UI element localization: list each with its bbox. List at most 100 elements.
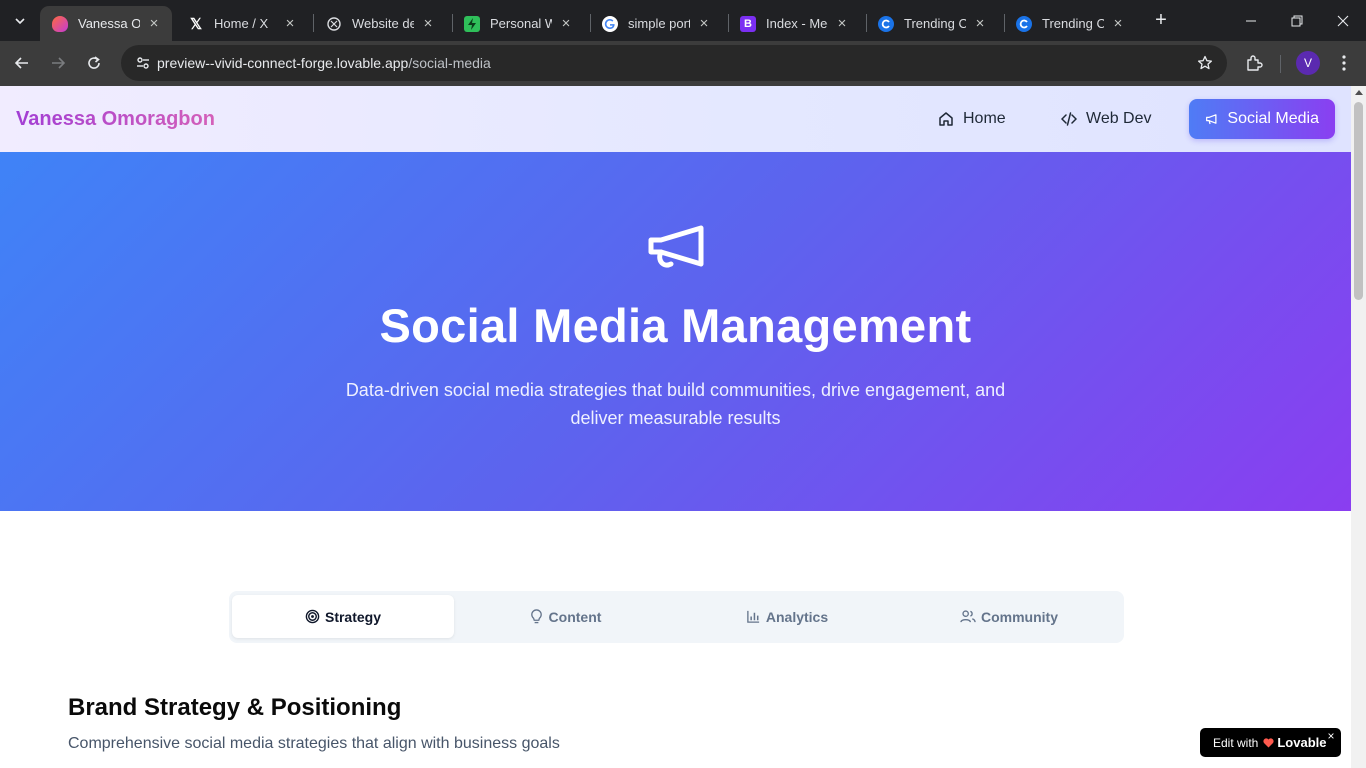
- tab-close-icon[interactable]: ×: [834, 15, 850, 32]
- tab-title: simple portfolio: [628, 16, 690, 31]
- edit-with-lovable-badge[interactable]: Edit with Lovable: [1200, 728, 1341, 757]
- site-navbar: Vanessa Omoragbon Home Web Dev Social Me…: [0, 86, 1351, 152]
- browser-toolbar: preview--vivid-connect-forge.lovable.app…: [0, 41, 1366, 86]
- users-icon: [960, 610, 976, 623]
- hero-section: Social Media Management Data-driven soci…: [0, 152, 1351, 511]
- code-icon: [1061, 112, 1077, 126]
- tab-close-icon[interactable]: ×: [972, 15, 988, 32]
- hero-subtitle: Data-driven social media strategies that…: [345, 380, 1006, 428]
- tab-title: Trending Colors: [1042, 16, 1104, 31]
- lightbulb-icon: [530, 609, 542, 624]
- coolors-icon: [1016, 15, 1032, 32]
- browser-tab-0[interactable]: Vanessa Omoragbon ×: [40, 6, 172, 41]
- tab-label: Content: [548, 608, 602, 625]
- restore-button[interactable]: [1274, 0, 1320, 41]
- google-icon: [602, 15, 618, 32]
- back-button[interactable]: [8, 49, 36, 77]
- coolors-icon: [878, 15, 894, 32]
- tab-title: Index - Medium: [766, 16, 828, 31]
- tab-close-icon[interactable]: ×: [1110, 15, 1126, 32]
- page-viewport: Vanessa Omoragbon Home Web Dev Social Me…: [0, 86, 1351, 768]
- badge-prefix: Edit with: [1213, 735, 1259, 750]
- site-brand[interactable]: Vanessa Omoragbon: [16, 108, 215, 131]
- browser-tabstrip: Vanessa Omoragbon × 𝕏 Home / X × Website…: [0, 0, 1366, 41]
- arrow-right-icon: [52, 57, 66, 69]
- puzzle-icon: [1247, 55, 1263, 71]
- tab-close-icon[interactable]: ×: [558, 15, 574, 32]
- openai-icon: [326, 16, 342, 32]
- arrow-left-icon: [14, 57, 28, 69]
- url-text: preview--vivid-connect-forge.lovable.app…: [157, 55, 491, 71]
- nav-link-web-dev[interactable]: Web Dev: [1045, 99, 1168, 139]
- browser-menu-button[interactable]: [1330, 49, 1358, 77]
- home-icon: [939, 112, 953, 126]
- megaphone-icon: [1206, 114, 1217, 125]
- close-icon: [1337, 15, 1349, 26]
- browser-tab-7[interactable]: Trending Colors ×: [1004, 6, 1136, 41]
- tab-label: Community: [981, 608, 1058, 625]
- reload-button[interactable]: [80, 49, 108, 77]
- site-settings-icon[interactable]: [129, 49, 157, 77]
- tab-title: Vanessa Omoragbon: [78, 16, 140, 31]
- lovable-heart-icon: [52, 15, 68, 32]
- tab-close-icon[interactable]: ×: [146, 15, 162, 32]
- page-title: Social Media Management: [379, 299, 972, 352]
- bar-chart-icon: [747, 610, 759, 623]
- bookmark-star-button[interactable]: [1191, 49, 1219, 77]
- address-bar[interactable]: preview--vivid-connect-forge.lovable.app…: [121, 45, 1227, 81]
- tab-content[interactable]: Content: [454, 595, 676, 638]
- section-subtitle: Comprehensive social media strategies th…: [68, 735, 560, 752]
- tab-community[interactable]: Community: [898, 595, 1120, 638]
- close-window-button[interactable]: [1320, 0, 1366, 41]
- section-title: Brand Strategy & Positioning: [68, 694, 402, 721]
- kebab-menu-icon: [1342, 55, 1346, 71]
- profile-avatar[interactable]: V: [1296, 51, 1320, 75]
- service-tabs: Strategy Content Analytics Community: [229, 591, 1124, 643]
- new-tab-button[interactable]: +: [1150, 9, 1172, 31]
- nav-link-home[interactable]: Home: [922, 99, 1022, 139]
- bootstrap-icon: B: [740, 15, 756, 32]
- tab-close-icon[interactable]: ×: [420, 15, 436, 32]
- lovable-heart-icon: [1263, 737, 1274, 747]
- tab-strategy[interactable]: Strategy: [232, 595, 454, 638]
- nav-link-label: Home: [963, 110, 1006, 127]
- minimize-icon: [1246, 20, 1256, 21]
- browser-tab-6[interactable]: Trending Colors ×: [866, 6, 998, 41]
- scroll-up-arrow-icon[interactable]: [1355, 90, 1363, 95]
- page-scrollbar[interactable]: [1351, 86, 1366, 768]
- tab-title: Home / X: [214, 16, 269, 31]
- tab-title: Website design: [352, 16, 414, 31]
- tab-label: Analytics: [765, 608, 829, 625]
- browser-tab-5[interactable]: B Index - Medium ×: [728, 6, 860, 41]
- minimize-button[interactable]: [1228, 0, 1274, 41]
- tab-title: Personal Website: [490, 16, 552, 31]
- browser-tab-2[interactable]: Website design ×: [314, 6, 446, 41]
- chevron-down-icon: [15, 18, 25, 25]
- megaphone-icon: [648, 225, 704, 268]
- nav-link-label: Social Media: [1227, 110, 1319, 127]
- reload-icon: [88, 56, 100, 69]
- tab-search-button[interactable]: [6, 7, 34, 35]
- browser-tab-4[interactable]: simple portfolio ×: [590, 6, 722, 41]
- target-icon: [305, 609, 320, 624]
- restore-icon: [1291, 15, 1303, 26]
- badge-close-icon[interactable]: ×: [1325, 729, 1337, 743]
- browser-tab-3[interactable]: Personal Website ×: [452, 6, 584, 41]
- toolbar-separator: [1280, 55, 1281, 73]
- nav-link-social-media[interactable]: Social Media: [1189, 99, 1335, 139]
- lightning-icon: [464, 15, 480, 32]
- tab-title: Trending Colors: [904, 16, 966, 31]
- nav-link-label: Web Dev: [1086, 110, 1152, 127]
- browser-tab-1[interactable]: 𝕏 Home / X ×: [176, 6, 308, 41]
- tab-label: Strategy: [324, 608, 382, 625]
- url-path: /social-media: [408, 55, 491, 71]
- forward-button[interactable]: [44, 49, 72, 77]
- tab-close-icon[interactable]: ×: [282, 15, 298, 32]
- tab-close-icon[interactable]: ×: [696, 15, 712, 32]
- badge-brand: Lovable: [1277, 735, 1327, 750]
- extensions-button[interactable]: [1240, 49, 1268, 77]
- tab-analytics[interactable]: Analytics: [676, 595, 898, 638]
- x-logo-icon: 𝕏: [189, 15, 203, 33]
- scroll-thumb[interactable]: [1354, 102, 1363, 300]
- star-icon: [1197, 55, 1213, 70]
